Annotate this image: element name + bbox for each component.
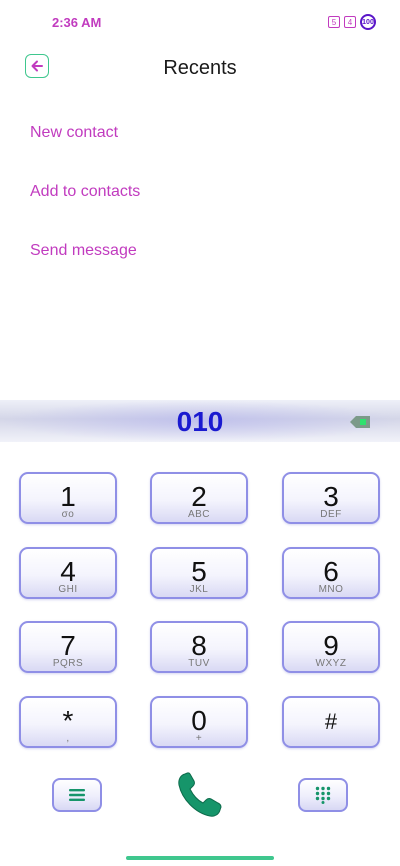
battery-icon: 100 (360, 14, 376, 30)
menu-button[interactable] (52, 778, 102, 812)
key-hash[interactable]: # (282, 696, 380, 748)
menu-icon (69, 789, 85, 801)
add-to-contacts-link[interactable]: Add to contacts (30, 183, 140, 201)
key-2[interactable]: 2 ABC (150, 472, 248, 524)
key-letters: GHI (58, 584, 78, 595)
key-digit: # (324, 709, 338, 734)
key-4[interactable]: 4 GHI (19, 547, 117, 599)
key-letters: σο (61, 509, 75, 520)
key-letters: JKL (189, 584, 209, 595)
key-6[interactable]: 6 MNO (282, 547, 380, 599)
status-time: 2:36 AM (52, 15, 102, 30)
key-8[interactable]: 8 TUV (150, 621, 248, 673)
key-letters: ABC (187, 509, 211, 520)
status-icons: 5 4 100 (328, 14, 376, 30)
home-indicator[interactable] (126, 856, 274, 860)
dialpad-button[interactable] (298, 778, 348, 812)
key-1[interactable]: 1 σο (19, 472, 117, 524)
notification-badge-2: 4 (344, 16, 356, 28)
send-message-link[interactable]: Send message (30, 242, 137, 260)
key-0[interactable]: 0 + (150, 696, 248, 748)
dialed-number: 010 (176, 406, 224, 437)
call-button[interactable] (173, 768, 227, 822)
key-letters: MNO (318, 584, 344, 595)
key-letters: WXYZ (315, 658, 347, 669)
key-letters: PQRS (52, 658, 84, 669)
key-9[interactable]: 9 WXYZ (282, 621, 380, 673)
key-3[interactable]: 3 DEF (282, 472, 380, 524)
new-contact-link[interactable]: New contact (30, 124, 118, 142)
key-letters: DEF (320, 509, 342, 520)
key-letters: + (195, 733, 203, 744)
dialpad-icon (315, 786, 331, 804)
notification-badge-1: 5 (328, 16, 340, 28)
key-letters: TUV (188, 658, 210, 669)
phone-icon (178, 772, 222, 817)
backspace-icon[interactable] (350, 416, 370, 428)
key-letters: , (66, 733, 70, 744)
number-display: 010 (0, 400, 400, 442)
key-5[interactable]: 5 JKL (150, 547, 248, 599)
key-star[interactable]: * , (19, 696, 117, 748)
status-bar: 2:36 AM 5 4 100 (0, 0, 400, 44)
key-7[interactable]: 7 PQRS (19, 621, 117, 673)
page-title: Recents (163, 57, 237, 79)
